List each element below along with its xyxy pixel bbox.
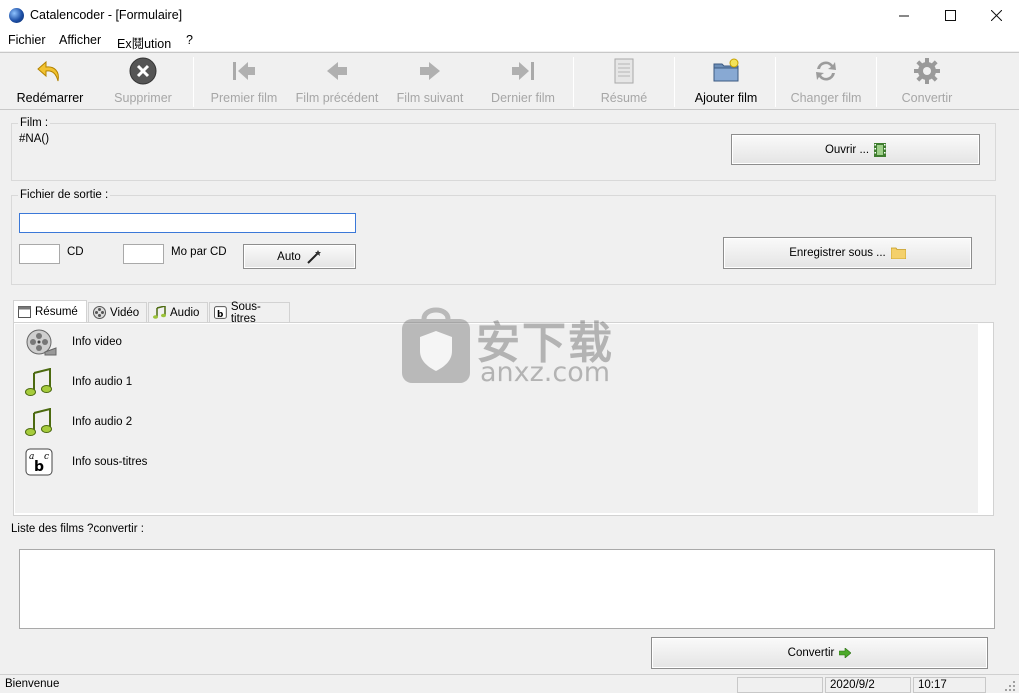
info-subtitles-label: Info sous-titres: [72, 456, 148, 468]
film-listbox[interactable]: [19, 549, 995, 629]
first-arrow-icon: [233, 62, 255, 80]
window-icon: [18, 305, 31, 318]
minimize-icon: [898, 15, 909, 17]
undo-arrow-icon: [37, 60, 59, 82]
svg-text:c: c: [44, 452, 49, 462]
gear-icon: [914, 58, 940, 84]
refresh-icon: [816, 61, 836, 81]
watermark-site: anxz.com: [480, 357, 611, 388]
app-globe-icon: [9, 8, 24, 23]
music-note-icon: [25, 408, 52, 436]
convert-toolbar-button[interactable]: Convertir: [886, 55, 968, 109]
close-icon: [990, 10, 1002, 21]
tab-video[interactable]: Vidéo: [88, 302, 147, 322]
status-empty-cell: [737, 677, 823, 693]
film-label: Film :: [18, 117, 51, 129]
music-note-icon: [153, 306, 166, 319]
subtitle-abc-icon: a b c: [25, 448, 53, 476]
info-subtitles-row: a b c Info sous-titres: [25, 446, 147, 478]
last-arrow-icon: [512, 62, 534, 80]
mo-per-cd-input[interactable]: [123, 244, 164, 264]
next-film-button[interactable]: Film suivant: [390, 55, 470, 109]
title-bar: Catalencoder - [Formulaire]: [0, 0, 1019, 31]
output-path-input[interactable]: [19, 213, 356, 233]
next-arrow-icon: [420, 62, 440, 80]
save-as-button[interactable]: Enregistrer sous ...: [723, 237, 972, 269]
restart-button[interactable]: Redémarrer: [6, 55, 94, 109]
close-button[interactable]: [973, 0, 1019, 31]
status-bar: Bienvenue 2020/9/2 10:17: [0, 674, 1019, 693]
shield-bag-icon: [402, 307, 470, 383]
info-video-row: Info video: [25, 326, 122, 358]
cd-count-input[interactable]: [19, 244, 60, 264]
menu-bar: Fichier Afficher Ex鬩ution ?: [0, 31, 1019, 51]
open-button[interactable]: Ouvrir ...: [731, 134, 980, 165]
film-list-label: Liste des films ?convertir :: [11, 523, 144, 535]
mo-per-cd-label: Mo par CD: [171, 246, 227, 258]
maximize-button[interactable]: [927, 0, 973, 31]
delete-x-icon: [129, 57, 157, 85]
prev-arrow-icon: [327, 62, 347, 80]
status-time: 10:17: [913, 677, 986, 693]
menu-execution[interactable]: Ex鬩ution: [117, 33, 171, 52]
output-label: Fichier de sortie :: [18, 189, 111, 201]
toolbar: Redémarrer Supprimer Premier film Film p…: [0, 52, 1019, 110]
summary-button[interactable]: Résumé: [582, 55, 666, 109]
music-note-icon: [25, 368, 52, 396]
status-date: 2020/9/2: [825, 677, 911, 693]
svg-text:b: b: [34, 459, 44, 475]
film-reel-icon: [93, 306, 106, 319]
maximize-icon: [944, 10, 956, 21]
watermark: 安下载 anxz.com: [400, 305, 620, 390]
tab-audio[interactable]: Audio: [148, 302, 208, 322]
info-audio1-label: Info audio 1: [72, 376, 133, 388]
menu-fichier[interactable]: Fichier: [8, 33, 46, 47]
resize-grip-icon[interactable]: [1004, 680, 1016, 692]
folder-icon: [890, 247, 906, 259]
window-title: Catalencoder - [Formulaire]: [30, 8, 183, 22]
minimize-button[interactable]: [881, 0, 927, 31]
prev-film-button[interactable]: Film précédent: [291, 55, 383, 109]
tab-subtitles[interactable]: b Sous-titres: [209, 301, 290, 325]
first-film-button[interactable]: Premier film: [204, 55, 284, 109]
last-film-button[interactable]: Dernier film: [482, 55, 564, 109]
svg-text:b: b: [217, 310, 223, 319]
status-message: Bienvenue: [5, 678, 60, 690]
subtitle-abc-icon: b: [214, 306, 227, 319]
info-audio2-row: Info audio 2: [25, 406, 132, 438]
add-folder-icon: [713, 58, 739, 82]
add-film-button[interactable]: Ajouter film: [684, 55, 768, 109]
tab-resume[interactable]: Résumé: [13, 300, 87, 322]
green-arrow-icon: [839, 648, 852, 658]
auto-button[interactable]: Auto: [243, 244, 356, 269]
film-strip-icon: [874, 142, 887, 157]
info-audio1-row: Info audio 1: [25, 366, 132, 398]
delete-button[interactable]: Supprimer: [100, 55, 186, 109]
menu-afficher[interactable]: Afficher: [59, 33, 101, 47]
film-value: #NA(): [19, 133, 50, 145]
info-video-label: Info video: [72, 336, 122, 348]
document-icon: [614, 58, 634, 84]
video-reel-icon: [26, 329, 57, 356]
info-audio2-label: Info audio 2: [72, 416, 133, 428]
magic-wand-icon: [307, 249, 321, 264]
cd-label: CD: [67, 246, 84, 258]
change-film-button[interactable]: Changer film: [784, 55, 868, 109]
menu-help[interactable]: ?: [186, 33, 193, 47]
convert-button[interactable]: Convertir: [651, 637, 988, 669]
